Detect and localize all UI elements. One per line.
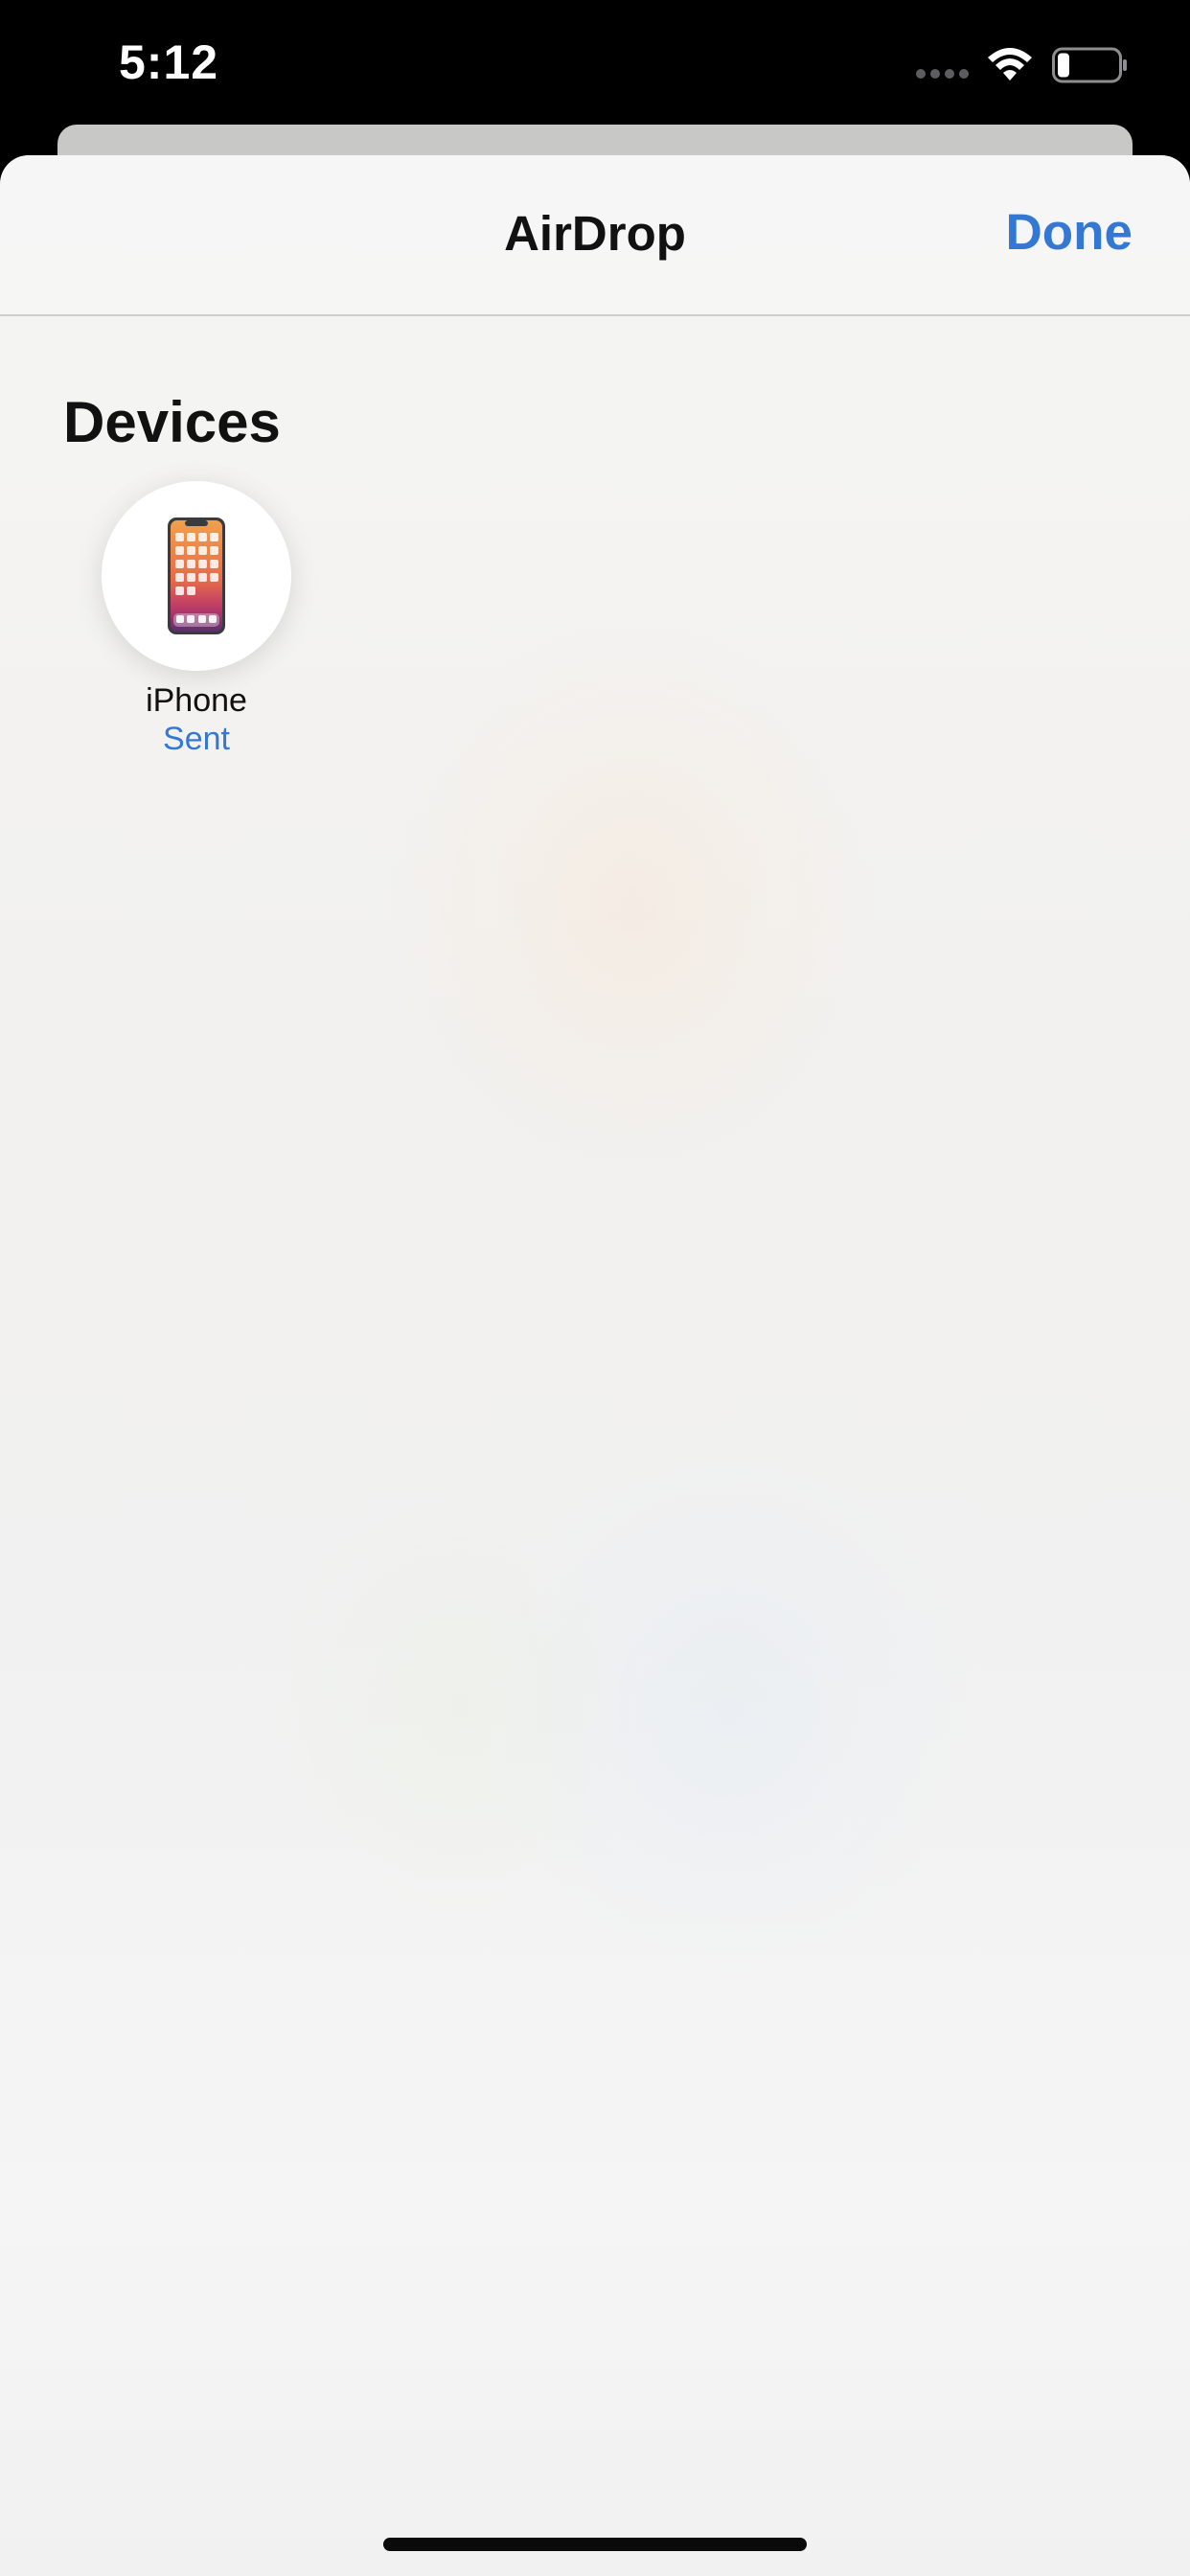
devices-section-title: Devices [63,390,281,454]
done-button[interactable]: Done [1006,203,1133,262]
device-avatar[interactable] [102,481,291,671]
device-status: Sent [163,721,230,757]
home-indicator[interactable] [383,2538,807,2551]
airdrop-sheet: AirDrop Done Devices iPhone Sent [0,155,1190,2576]
status-time: 5:12 [119,35,219,89]
signal-dots-icon [916,69,970,80]
device-name: iPhone [146,682,247,719]
device-item-iphone[interactable]: iPhone Sent [57,481,335,769]
iphone-icon [168,518,225,634]
wifi-icon [988,48,1032,80]
battery-icon [1052,47,1127,83]
nav-bar: AirDrop Done [0,155,1190,316]
